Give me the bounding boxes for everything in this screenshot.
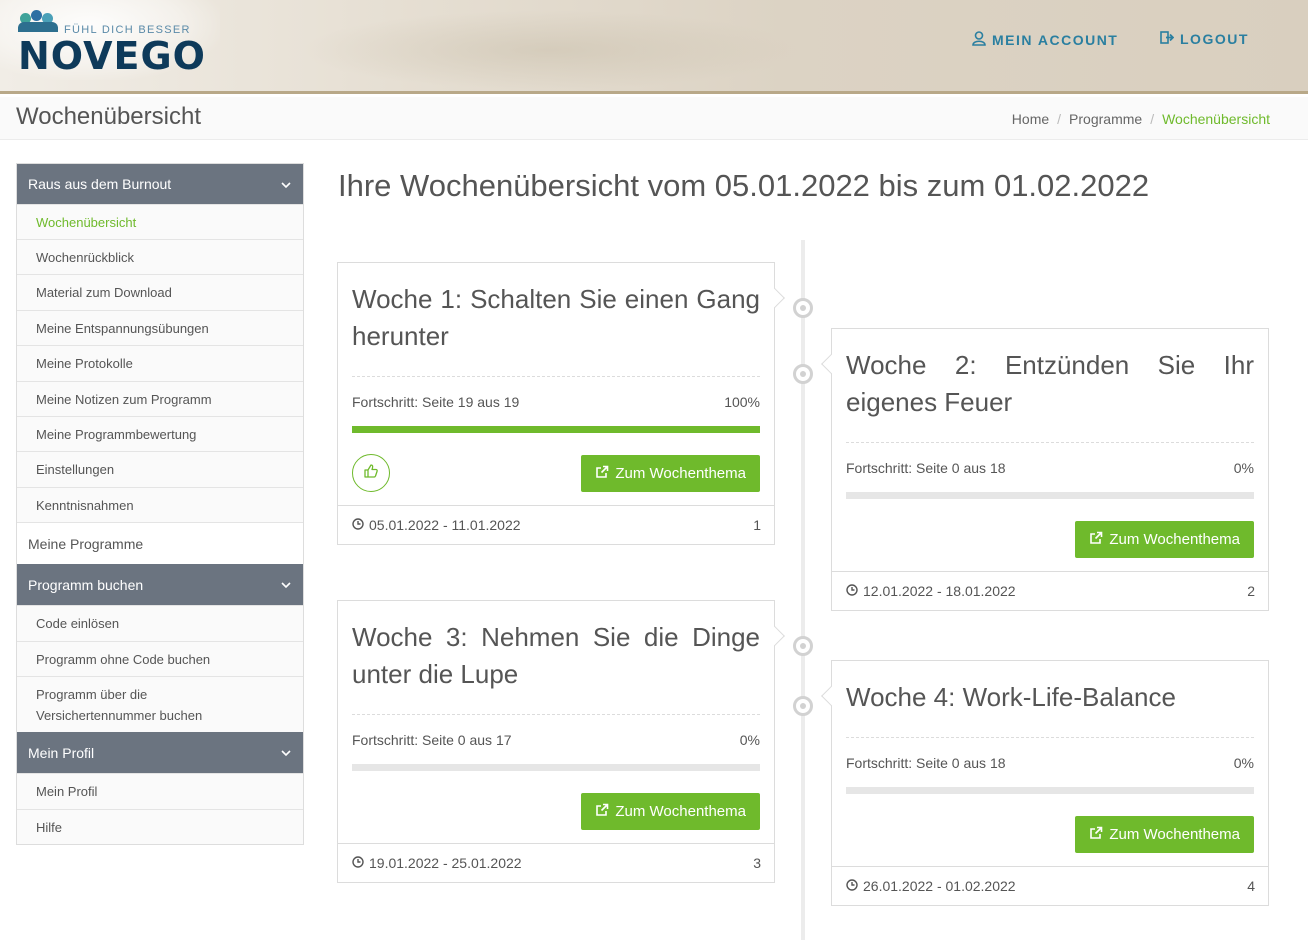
- timeline-dot: [793, 298, 813, 318]
- progress-bar: [846, 492, 1254, 499]
- sidebar-section-mein-profil[interactable]: Mein Profil: [17, 732, 303, 773]
- week-number: 4: [1247, 878, 1255, 894]
- progress-bar: [352, 764, 760, 771]
- week-title: Woche 1: Schalten Sie einen Gang herunte…: [352, 284, 760, 351]
- progress-label: Fortschritt: Seite 0 aus 18: [846, 755, 1006, 771]
- sidebar-item-notizen[interactable]: Meine Notizen zum Programm: [17, 381, 303, 416]
- clock-icon: [846, 878, 858, 894]
- progress-percent: 0%: [1233, 460, 1254, 476]
- sidebar-item-mein-profil[interactable]: Mein Profil: [17, 773, 303, 809]
- breadcrumb-home[interactable]: Home: [1012, 111, 1049, 127]
- logout-link[interactable]: LOGOUT: [1160, 31, 1249, 47]
- external-link-icon: [1089, 826, 1103, 844]
- chevron-down-icon: [281, 177, 291, 193]
- main-heading: Ihre Wochenübersicht vom 05.01.2022 bis …: [338, 168, 1150, 203]
- week-number: 1: [753, 517, 761, 533]
- timeline-dot: [793, 364, 813, 384]
- timeline-dot: [793, 696, 813, 716]
- button-label: Zum Wochenthema: [1109, 826, 1240, 843]
- sidebar-item-code-einloesen[interactable]: Code einlösen: [17, 605, 303, 641]
- clock-icon: [352, 855, 364, 871]
- breadcrumb-current: Wochenübersicht: [1162, 111, 1270, 127]
- sidebar-item-bewertung[interactable]: Meine Programmbewertung: [17, 416, 303, 451]
- week-card: Woche 4: Work-Life-Balance Fortschritt: …: [821, 660, 1269, 906]
- progress-percent: 0%: [739, 732, 760, 748]
- sidebar-item-versichertennummer[interactable]: Programm über die Versichertennummer buc…: [17, 676, 303, 732]
- sidebar-item-meine-programme[interactable]: Meine Programme: [17, 522, 303, 564]
- progress-label: Fortschritt: Seite 0 aus 17: [352, 732, 512, 748]
- site-header: FÜHL DICH BESSER NOVEGO MEIN ACCOUNT LOG…: [0, 0, 1308, 94]
- sidebar-item-ohne-code[interactable]: Programm ohne Code buchen: [17, 641, 303, 676]
- breadcrumb: Home / Programme / Wochenübersicht: [1011, 111, 1270, 127]
- zum-wochenthema-button[interactable]: Zum Wochenthema: [581, 793, 760, 830]
- progress-percent: 0%: [1233, 755, 1254, 771]
- progress-bar: [352, 426, 760, 433]
- button-label: Zum Wochenthema: [1109, 531, 1240, 548]
- account-label: MEIN ACCOUNT: [992, 32, 1119, 48]
- chevron-down-icon: [281, 577, 291, 593]
- sidebar-section-programm-buchen[interactable]: Programm buchen: [17, 564, 303, 605]
- week-card: Woche 2: Entzünden Sie Ihr eigenes Feuer…: [821, 328, 1269, 611]
- sidebar-section-label: Programm buchen: [28, 576, 144, 593]
- sidebar-item-entspannung[interactable]: Meine Entspannungsübungen: [17, 310, 303, 345]
- sidebar: Raus aus dem Burnout Wochenübersicht Woc…: [16, 163, 304, 845]
- week-dates: 05.01.2022 - 11.01.2022: [369, 517, 521, 533]
- progress-fill: [352, 426, 760, 433]
- timeline-line: [801, 240, 805, 940]
- sidebar-item-hilfe[interactable]: Hilfe: [17, 809, 303, 844]
- thumbs-up-icon: [363, 463, 379, 484]
- clock-icon: [846, 583, 858, 599]
- sign-out-icon: [1160, 31, 1175, 47]
- sidebar-section-label: Mein Profil: [28, 744, 95, 761]
- week-number: 3: [753, 855, 761, 871]
- progress-bar: [846, 787, 1254, 794]
- progress-percent: 100%: [724, 394, 760, 410]
- breadcrumb-programme[interactable]: Programme: [1069, 111, 1142, 127]
- week-title: Woche 2: Entzünden Sie Ihr eigenes Feuer: [846, 350, 1254, 417]
- external-link-icon: [595, 803, 609, 821]
- progress-label: Fortschritt: Seite 0 aus 18: [846, 460, 1006, 476]
- sidebar-item-material[interactable]: Material zum Download: [17, 274, 303, 310]
- sidebar-item-kenntnisnahmen[interactable]: Kenntnisnahmen: [17, 487, 303, 522]
- button-label: Zum Wochenthema: [615, 803, 746, 820]
- zum-wochenthema-button[interactable]: Zum Wochenthema: [1075, 816, 1254, 853]
- sidebar-item-protokolle[interactable]: Meine Protokolle: [17, 345, 303, 381]
- external-link-icon: [595, 465, 609, 483]
- logo-brand: NOVEGO: [18, 34, 206, 78]
- like-button[interactable]: [352, 454, 390, 492]
- week-card: Woche 1: Schalten Sie einen Gang herunte…: [337, 262, 785, 545]
- button-label: Zum Wochenthema: [615, 465, 746, 482]
- clock-icon: [352, 517, 364, 533]
- timeline-dot: [793, 636, 813, 656]
- zum-wochenthema-button[interactable]: Zum Wochenthema: [581, 455, 760, 492]
- sidebar-item-wochenrueckblick[interactable]: Wochenrückblick: [17, 239, 303, 274]
- sidebar-section-burnout[interactable]: Raus aus dem Burnout: [17, 164, 303, 204]
- week-number: 2: [1247, 583, 1255, 599]
- week-card: Woche 3: Nehmen Sie die Dinge unter die …: [337, 600, 785, 883]
- user-icon: [972, 31, 986, 49]
- zum-wochenthema-button[interactable]: Zum Wochenthema: [1075, 521, 1254, 558]
- sidebar-item-wochenuebersicht[interactable]: Wochenübersicht: [17, 204, 303, 239]
- week-title: Woche 4: Work-Life-Balance: [846, 682, 1176, 712]
- logout-label: LOGOUT: [1180, 31, 1249, 47]
- progress-label: Fortschritt: Seite 19 aus 19: [352, 394, 520, 410]
- sidebar-item-einstellungen[interactable]: Einstellungen: [17, 451, 303, 487]
- week-dates: 12.01.2022 - 18.01.2022: [863, 583, 1016, 599]
- sidebar-section-label: Raus aus dem Burnout: [28, 176, 172, 192]
- page-title: Wochenübersicht: [16, 103, 201, 130]
- title-bar: Wochenübersicht Home / Programme / Woche…: [0, 97, 1308, 140]
- account-link[interactable]: MEIN ACCOUNT: [972, 31, 1118, 49]
- logo-people-icon: [18, 10, 68, 36]
- week-title: Woche 3: Nehmen Sie die Dinge unter die …: [352, 622, 760, 689]
- external-link-icon: [1089, 531, 1103, 549]
- chevron-down-icon: [281, 745, 291, 761]
- week-dates: 26.01.2022 - 01.02.2022: [863, 878, 1016, 894]
- week-dates: 19.01.2022 - 25.01.2022: [369, 855, 522, 871]
